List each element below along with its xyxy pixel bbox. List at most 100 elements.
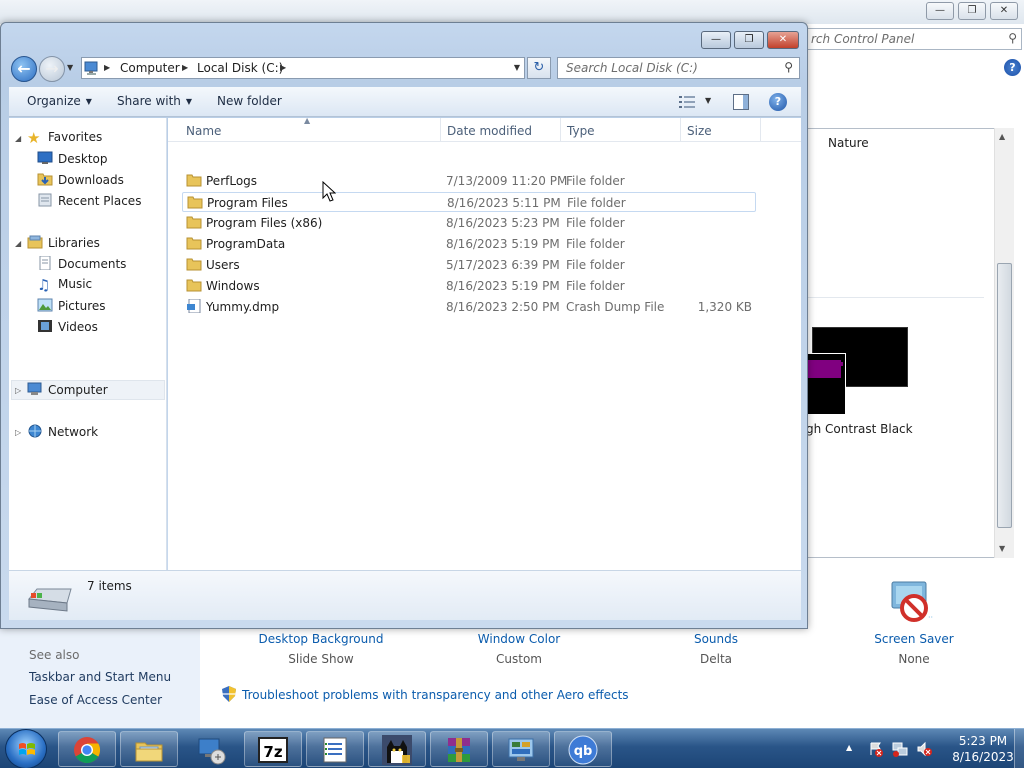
help-icon[interactable]: ? xyxy=(1004,59,1021,76)
breadcrumb-arrow-icon[interactable]: ▶ xyxy=(182,63,188,72)
taskbar-network[interactable] xyxy=(182,731,240,767)
window-color-link[interactable]: Window Color xyxy=(464,632,574,646)
expand-network-icon[interactable]: ▷ xyxy=(15,428,21,437)
start-button[interactable] xyxy=(5,729,47,768)
expand-favorites-icon[interactable]: ◢ xyxy=(15,134,21,143)
cp-close-button[interactable]: ✕ xyxy=(990,2,1018,20)
nav-music[interactable]: ♫ Music xyxy=(37,277,92,293)
address-dropdown-icon[interactable]: ▼ xyxy=(514,63,520,72)
scroll-down-icon[interactable]: ▼ xyxy=(999,544,1005,553)
nav-favorites[interactable]: ★ Favorites xyxy=(27,130,102,146)
expand-libraries-icon[interactable]: ◢ xyxy=(15,239,21,248)
breadcrumb-local-disk[interactable]: Local Disk (C:) xyxy=(197,61,283,75)
column-divider[interactable] xyxy=(560,118,561,142)
nav-videos[interactable]: Videos xyxy=(37,319,98,334)
show-hidden-icons-icon[interactable]: ▲ xyxy=(846,743,852,752)
cp-minimize-button[interactable]: — xyxy=(926,2,954,20)
share-with-button[interactable]: Share with ▼ xyxy=(117,94,192,108)
column-divider[interactable] xyxy=(680,118,681,142)
cp-maximize-button[interactable]: ❐ xyxy=(958,2,986,20)
theme-list-scrollbar[interactable]: ▲ ▼ xyxy=(994,128,1014,558)
column-divider[interactable] xyxy=(440,118,441,142)
file-type: File folder xyxy=(566,258,625,272)
mouse-cursor-icon xyxy=(322,181,336,202)
taskbar-qbittorrent[interactable]: qb xyxy=(554,731,612,767)
screen-saver-item[interactable]: Screen Saver None xyxy=(868,632,960,666)
ease-of-access-link[interactable]: Ease of Access Center xyxy=(29,693,162,707)
taskbar-notepad[interactable] xyxy=(306,731,364,767)
troubleshoot-link[interactable]: Troubleshoot problems with transparency … xyxy=(222,686,629,702)
nav-network[interactable]: Network xyxy=(27,424,98,439)
uac-shield-icon xyxy=(222,686,236,702)
show-desktop-button[interactable] xyxy=(1014,729,1024,768)
preview-pane-icon[interactable] xyxy=(733,94,749,110)
breadcrumb-arrow-icon[interactable]: ▶ xyxy=(280,63,286,72)
screen-saver-link[interactable]: Screen Saver xyxy=(868,632,960,646)
theme-high-contrast-black[interactable]: gh Contrast Black xyxy=(806,422,913,436)
view-options-dropdown-icon[interactable]: ▼ xyxy=(705,96,711,105)
sounds-link[interactable]: Sounds xyxy=(676,632,756,646)
history-dropdown-icon[interactable]: ▼ xyxy=(67,63,73,72)
search-icon[interactable]: ⚲ xyxy=(784,60,793,74)
change-view-icon[interactable] xyxy=(679,95,695,109)
taskbar-control-panel[interactable] xyxy=(492,731,550,767)
search-icon[interactable]: ⚲ xyxy=(1008,31,1017,45)
nav-downloads[interactable]: Downloads xyxy=(37,172,124,187)
file-row-users[interactable]: Users 5/17/2023 6:39 PM File folder xyxy=(182,255,756,275)
nav-desktop[interactable]: Desktop xyxy=(37,151,108,166)
forward-arrow-icon[interactable]: → xyxy=(39,56,65,82)
file-date: 8/16/2023 5:19 PM xyxy=(446,279,560,293)
maximize-button[interactable]: ❐ xyxy=(734,31,764,49)
minimize-button[interactable]: — xyxy=(701,31,731,49)
control-panel-search-input[interactable]: rch Control Panel ⚲ xyxy=(806,28,1022,50)
back-arrow-icon[interactable]: ← xyxy=(11,56,37,82)
theme-nature[interactable]: Nature xyxy=(828,136,869,150)
clock-date[interactable]: 8/16/2023 xyxy=(952,750,1014,764)
scroll-up-icon[interactable]: ▲ xyxy=(999,132,1005,141)
taskbar-cat-app[interactable] xyxy=(368,731,426,767)
nav-pictures[interactable]: Pictures xyxy=(37,298,106,313)
column-type[interactable]: Type xyxy=(567,124,595,138)
breadcrumb-arrow-icon[interactable]: ▶ xyxy=(104,63,110,72)
troubleshoot-label[interactable]: Troubleshoot problems with transparency … xyxy=(242,688,629,702)
address-bar[interactable]: ▶ Computer ▶ Local Disk (C:) ▶ ▼ xyxy=(81,57,525,79)
file-row-programdata[interactable]: ProgramData 8/16/2023 5:19 PM File folde… xyxy=(182,234,756,254)
nav-recent-places[interactable]: Recent Places xyxy=(37,193,141,208)
taskbar-explorer[interactable] xyxy=(120,731,178,767)
window-color-item[interactable]: Window Color Custom xyxy=(464,632,574,666)
taskbar-start-menu-link[interactable]: Taskbar and Start Menu xyxy=(29,670,171,684)
screen-saver-icon[interactable]: ·· xyxy=(888,580,936,624)
organize-button[interactable]: Organize ▼ xyxy=(27,94,92,108)
sounds-item[interactable]: Sounds Delta xyxy=(676,632,756,666)
taskbar-chrome[interactable] xyxy=(58,731,116,767)
scroll-thumb[interactable] xyxy=(997,263,1012,528)
nav-documents[interactable]: Documents xyxy=(37,256,126,271)
file-row-perflogs[interactable]: PerfLogs 7/13/2009 11:20 PM File folder xyxy=(182,171,756,191)
search-input[interactable]: Search Local Disk (C:) ⚲ xyxy=(557,57,800,79)
help-icon[interactable]: ? xyxy=(769,93,787,111)
action-center-icon[interactable] xyxy=(868,741,884,757)
column-divider[interactable] xyxy=(760,118,761,142)
volume-muted-icon[interactable] xyxy=(916,741,932,757)
taskbar-winrar[interactable] xyxy=(430,731,488,767)
file-date: 8/16/2023 5:19 PM xyxy=(446,237,560,251)
taskbar-7zip[interactable]: 7z xyxy=(244,731,302,767)
file-row-windows[interactable]: Windows 8/16/2023 5:19 PM File folder xyxy=(182,276,756,296)
close-button[interactable]: ✕ xyxy=(767,31,799,49)
column-size[interactable]: Size xyxy=(687,124,712,138)
column-date-modified[interactable]: Date modified xyxy=(447,124,532,138)
file-row-yummy-dmp[interactable]: Yummy.dmp 8/16/2023 2:50 PM Crash Dump F… xyxy=(182,297,756,317)
new-folder-button[interactable]: New folder xyxy=(217,94,282,108)
expand-computer-icon[interactable]: ▷ xyxy=(15,386,21,395)
nav-computer[interactable]: Computer xyxy=(27,382,108,397)
column-name[interactable]: Name xyxy=(186,124,221,138)
desktop-background-item[interactable]: Desktop Background Slide Show xyxy=(256,632,386,666)
network-status-icon[interactable] xyxy=(892,741,908,757)
breadcrumb-computer[interactable]: Computer xyxy=(120,61,180,75)
file-row-program-files-x86[interactable]: Program Files (x86) 8/16/2023 5:23 PM Fi… xyxy=(182,213,756,233)
desktop-background-link[interactable]: Desktop Background xyxy=(256,632,386,646)
refresh-icon[interactable]: ↻ xyxy=(527,57,551,79)
nav-libraries[interactable]: Libraries xyxy=(27,235,100,250)
file-row-program-files[interactable]: Program Files 8/16/2023 5:11 PM File fol… xyxy=(182,192,756,212)
clock-time[interactable]: 5:23 PM xyxy=(952,734,1014,748)
